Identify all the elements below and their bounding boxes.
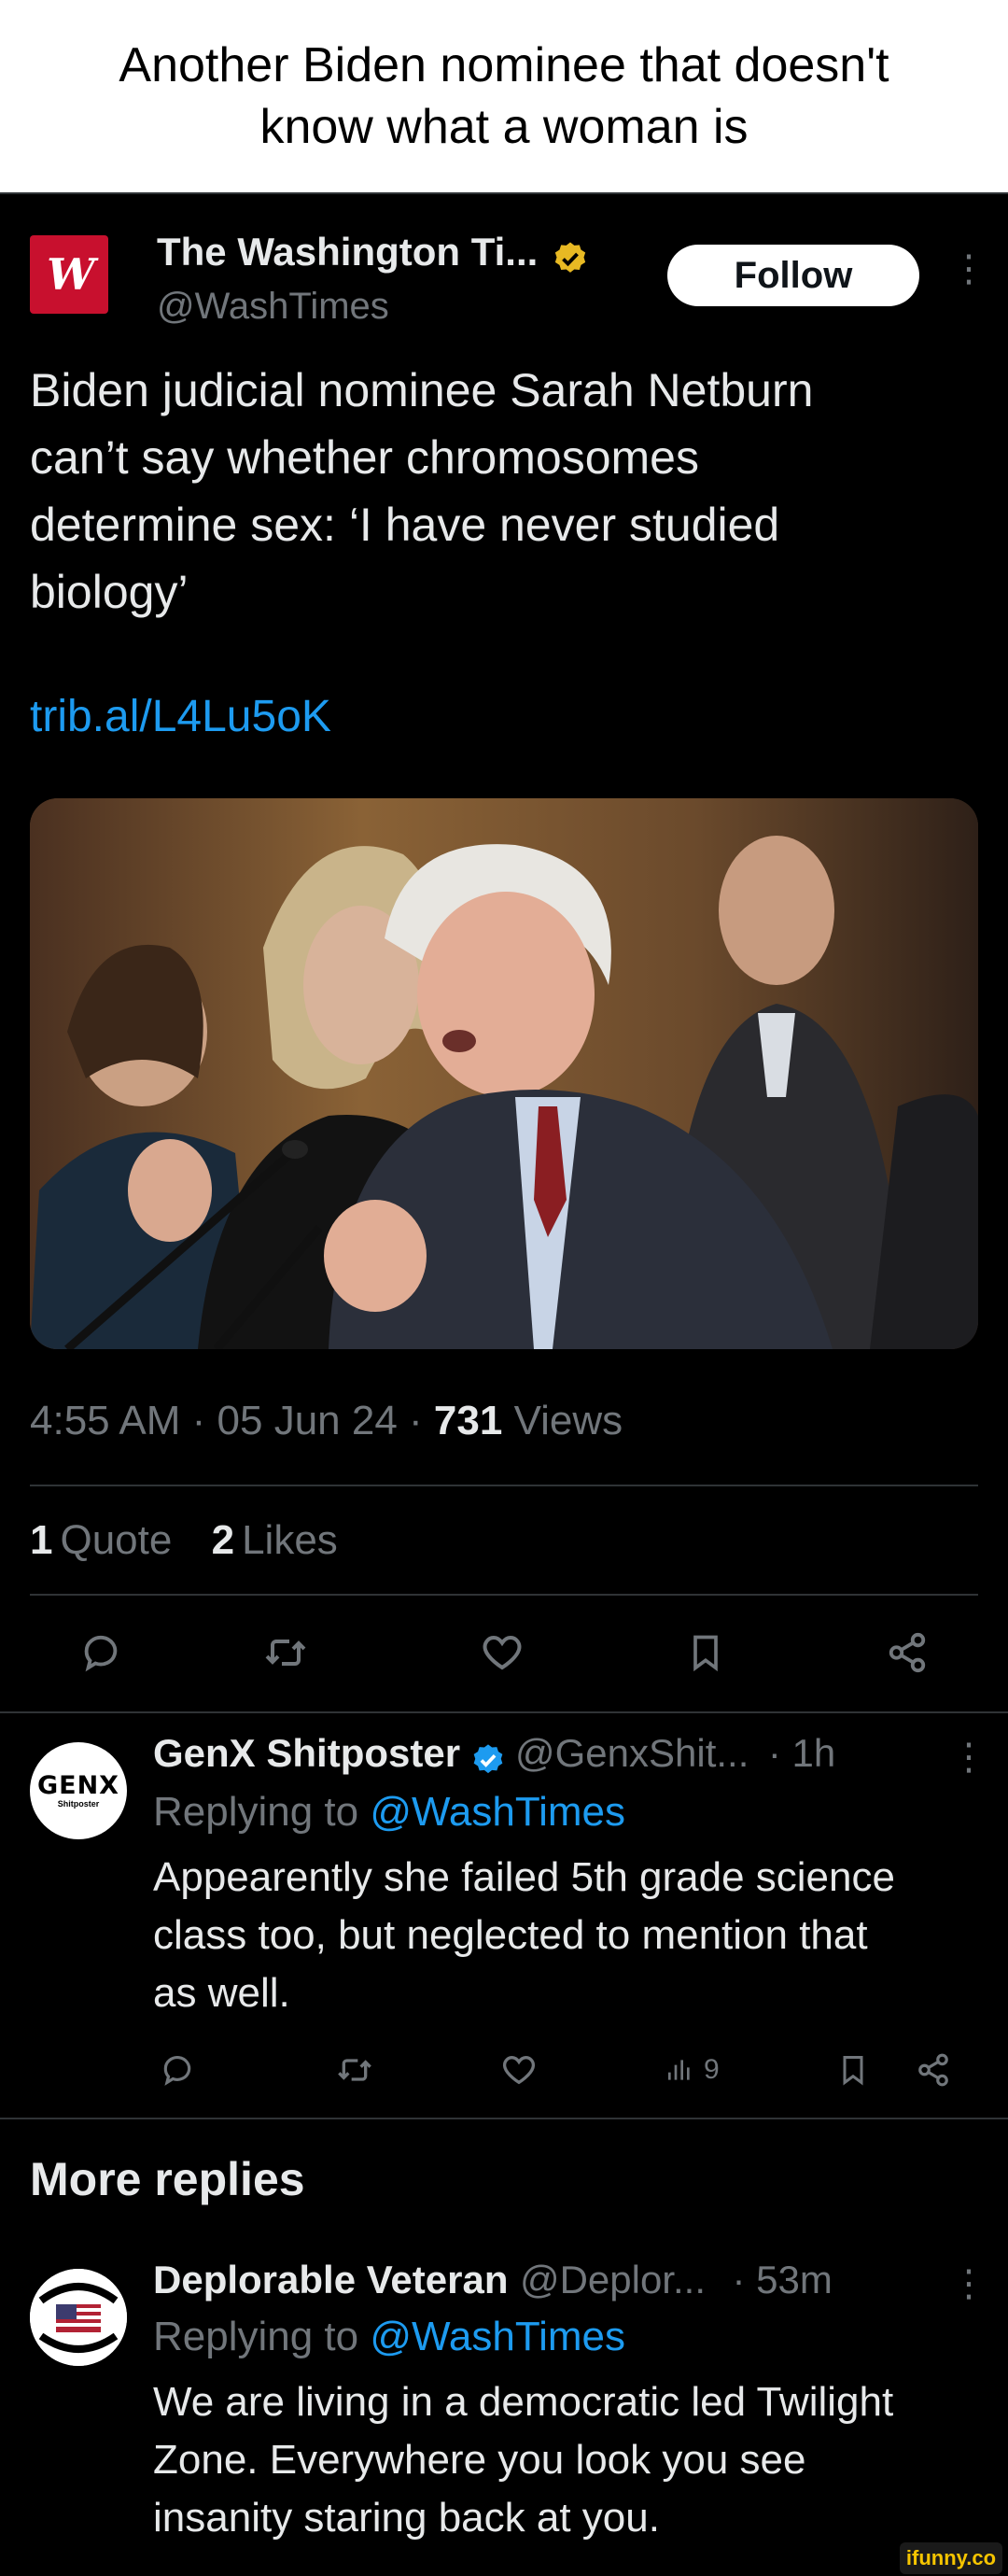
quotes-count: 1 <box>30 1517 53 1563</box>
tweet-text-line: Biden judicial nominee Sarah Netburn <box>30 364 814 416</box>
reply-text: Appearently she failed 5th grade science… <box>153 1849 993 2022</box>
follow-button[interactable]: Follow <box>667 245 919 306</box>
reply-more-icon[interactable]: ⋮ <box>950 2265 987 2302</box>
replying-to: Replying to @WashTimes <box>153 2314 625 2360</box>
article-link[interactable]: trib.al/L4Lu5oK <box>30 691 331 742</box>
reply-author-name[interactable]: Deplorable Veteran <box>153 2258 508 2302</box>
deplorable-veteran-avatar[interactable] <box>30 2269 127 2366</box>
reply-author-name[interactable]: GenX Shitposter <box>153 1731 460 1775</box>
avatar-letters: W <box>47 249 95 300</box>
bookmark-icon[interactable] <box>833 2049 874 2090</box>
quotes-stat[interactable]: 1 Quote <box>30 1517 172 1563</box>
reply-text-line: Zone. Everywhere you look you see <box>153 2437 806 2483</box>
replying-to: Replying to @WashTimes <box>153 1789 625 1836</box>
reply-more-icon[interactable]: ⋮ <box>950 1738 987 1776</box>
follow-label: Follow <box>734 254 853 296</box>
washington-times-avatar[interactable]: W <box>30 235 108 314</box>
more-replies-heading: More replies <box>30 2153 305 2205</box>
bookmark-icon[interactable] <box>678 1625 734 1681</box>
tweet-text: Biden judicial nominee Sarah Netburn can… <box>30 357 973 626</box>
replying-prefix: Replying to <box>153 2314 371 2359</box>
views-stat[interactable]: 9 <box>665 2049 720 2090</box>
genx-avatar[interactable]: GENX Shitposter <box>30 1742 127 1839</box>
reply-author-handle[interactable]: @Deplor... <box>520 2258 706 2302</box>
reply-text-line: Appearently she failed 5th grade science <box>153 1854 895 1900</box>
reply-header: Deplorable Veteran @Deplor... · 53m <box>153 2258 833 2302</box>
timestamp-text: 4:55 AM · 05 Jun 24 · <box>30 1398 434 1443</box>
quotes-label: Quote <box>60 1517 173 1563</box>
avatar-line-1: GENX <box>36 1771 120 1800</box>
like-icon[interactable] <box>498 2049 539 2090</box>
author-name-row[interactable]: The Washington Ti... <box>157 230 589 282</box>
divider <box>30 1594 978 1596</box>
reply-author-handle[interactable]: @GenxShit... <box>515 1731 749 1775</box>
divider <box>0 1711 1008 1713</box>
top-divider <box>0 192 1008 194</box>
reply-icon[interactable] <box>157 2049 198 2090</box>
tweet-text-line: biology’ <box>30 566 189 618</box>
likes-stat[interactable]: 2 Likes <box>212 1517 338 1563</box>
reply-text-line: class too, but neglected to mention that <box>153 1912 868 1958</box>
repost-icon[interactable] <box>258 1625 314 1681</box>
reply-views-count: 9 <box>704 2054 720 2085</box>
tweet-text-line: determine sex: ‘I have never studied <box>30 499 780 551</box>
verified-blue-icon <box>470 1742 506 1782</box>
tweet-timestamp[interactable]: 4:55 AM · 05 Jun 24 · 731 Views <box>30 1398 623 1444</box>
author-handle[interactable]: @WashTimes <box>157 286 389 328</box>
views-count: 731 <box>433 1398 503 1443</box>
author-name[interactable]: The Washington Ti... <box>157 230 538 274</box>
like-icon[interactable] <box>474 1625 530 1681</box>
reply-time[interactable]: · 1h <box>768 1731 835 1775</box>
views-icon <box>668 2060 690 2080</box>
flag-emblem-icon <box>30 2269 127 2366</box>
share-icon[interactable] <box>913 2049 954 2090</box>
likes-label: Likes <box>242 1517 338 1563</box>
divider <box>0 2118 1008 2119</box>
reply-time[interactable]: · 53m <box>732 2258 832 2302</box>
replying-to-handle[interactable]: @WashTimes <box>370 2314 625 2359</box>
repost-icon[interactable] <box>334 2049 375 2090</box>
replying-to-handle[interactable]: @WashTimes <box>370 1789 625 1835</box>
ifunny-watermark: ifunny.co <box>900 2542 1002 2574</box>
verified-gold-icon <box>552 240 589 282</box>
tweet-photo[interactable] <box>30 798 978 1349</box>
likes-count: 2 <box>211 1517 235 1563</box>
more-options-icon[interactable]: ⋮ <box>950 250 987 288</box>
divider <box>30 1485 978 1486</box>
avatar-line-2: Shitposter <box>57 1799 100 1809</box>
reply-text-line: insanity staring back at you. <box>153 2495 660 2541</box>
reply-text: We are living in a democratic led Twilig… <box>153 2373 993 2547</box>
caption-line-2: know what a woman is <box>259 100 749 154</box>
tweet-text-line: can’t say whether chromosomes <box>30 431 699 484</box>
reply-header: GenX Shitposter @GenxShit... · 1h <box>153 1731 835 1782</box>
reply-text-line: as well. <box>153 1970 290 2016</box>
reply-icon[interactable] <box>73 1625 129 1681</box>
hearing-photo-illustration <box>30 798 978 1349</box>
engagement-stats: 1 Quote 2 Likes <box>30 1517 338 1564</box>
reply-text-line: We are living in a democratic led Twilig… <box>153 2379 894 2425</box>
share-icon[interactable] <box>879 1625 935 1681</box>
views-label: Views <box>502 1398 623 1443</box>
replying-prefix: Replying to <box>153 1789 371 1835</box>
meme-caption: Another Biden nominee that doesn't know … <box>0 0 1008 192</box>
caption-line-1: Another Biden nominee that doesn't <box>119 38 889 92</box>
